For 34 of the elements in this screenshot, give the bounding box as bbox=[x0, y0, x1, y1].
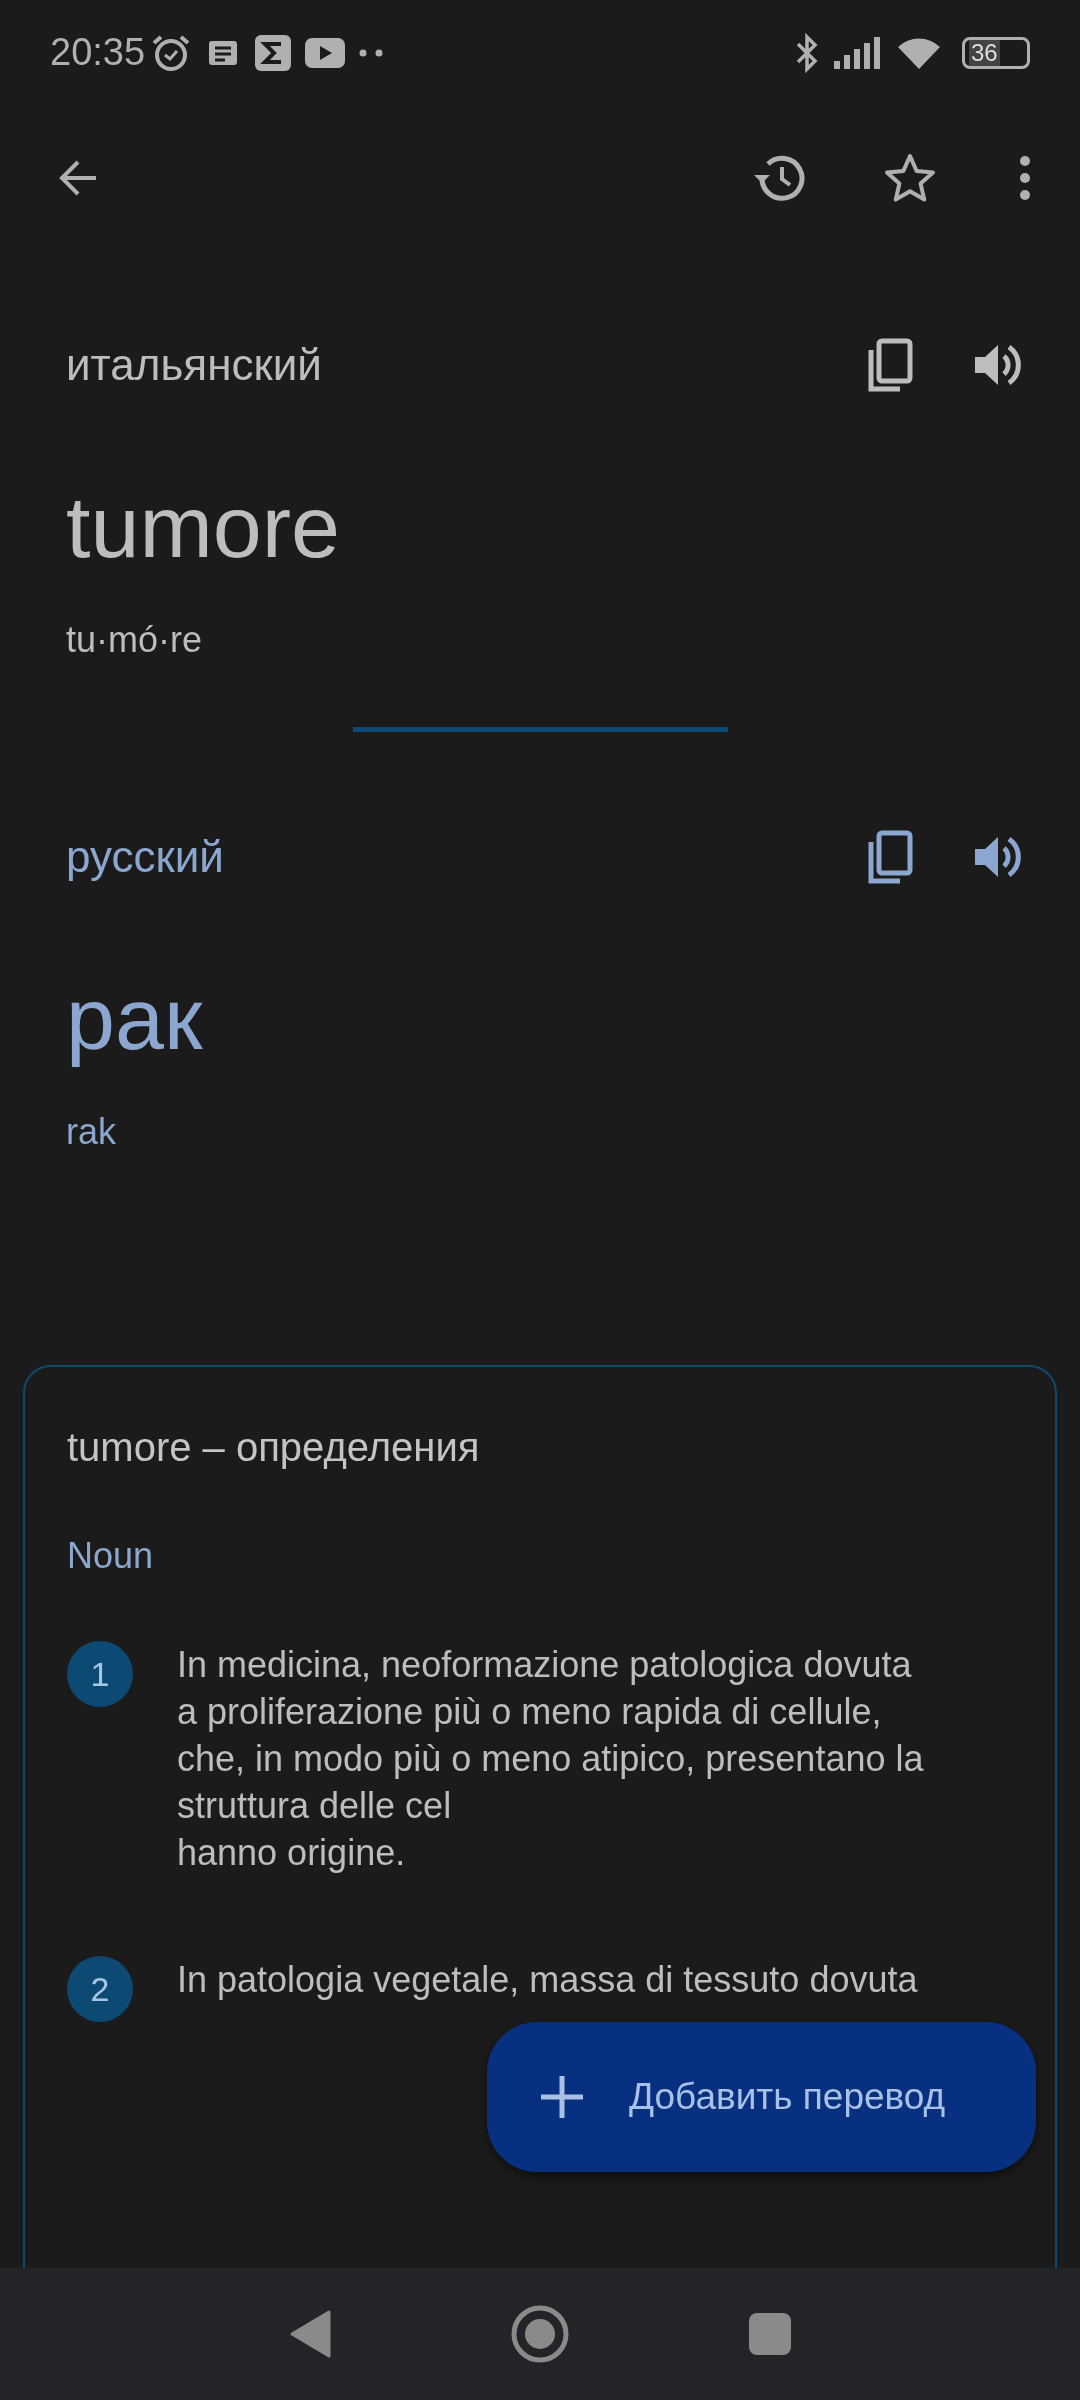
definition-number: 1 bbox=[67, 1641, 133, 1707]
definition-line: a proliferazione più o meno rapida di cellule, bbox=[177, 1690, 883, 1734]
play-icon bbox=[305, 37, 346, 68]
plus-icon bbox=[539, 2074, 585, 2120]
triangle-icon bbox=[289, 2309, 331, 2359]
definition-line: struttura delle cel bbox=[177, 1784, 453, 1828]
add-translation-button[interactable]: Добавить перевод bbox=[487, 2022, 1036, 2172]
more-vert-icon bbox=[1020, 155, 1030, 200]
language-label: русский bbox=[66, 831, 224, 883]
bluetooth-icon bbox=[794, 32, 820, 73]
wifi-icon bbox=[896, 35, 942, 70]
copy-icon bbox=[867, 830, 913, 884]
signal-icon bbox=[834, 36, 882, 69]
more-icon bbox=[359, 48, 384, 57]
definition-line: In patologia vegetale, massa di tessuto dovuta bbox=[177, 1958, 918, 2002]
language-label: итальянский bbox=[66, 339, 322, 391]
copy-icon bbox=[867, 338, 913, 392]
definition-line: In medicina, neoformazione patologica dovuta bbox=[177, 1643, 913, 1687]
back-arrow-icon bbox=[58, 159, 98, 196]
syllables-text: tu·mó·re bbox=[66, 618, 204, 662]
definition-line: hanno origine. bbox=[177, 1831, 407, 1875]
battery-level: 36 bbox=[969, 39, 1000, 66]
part-of-speech: Noun bbox=[67, 1534, 155, 1578]
star-icon bbox=[884, 152, 936, 203]
home-circle-icon bbox=[511, 2305, 569, 2363]
sigma-icon bbox=[255, 34, 292, 71]
definition-line: che, in modo più o meno atipico, presentano la bbox=[177, 1737, 924, 1781]
source-word: tumore bbox=[66, 483, 341, 571]
definition-number: 2 bbox=[67, 1956, 133, 2022]
definitions-title: tumore – определения bbox=[67, 1424, 481, 1471]
home-nav-button[interactable] bbox=[510, 2304, 570, 2364]
square-icon bbox=[748, 2312, 792, 2356]
clock: 20:35 bbox=[50, 30, 146, 75]
transliteration-text: rak bbox=[66, 1110, 117, 1154]
